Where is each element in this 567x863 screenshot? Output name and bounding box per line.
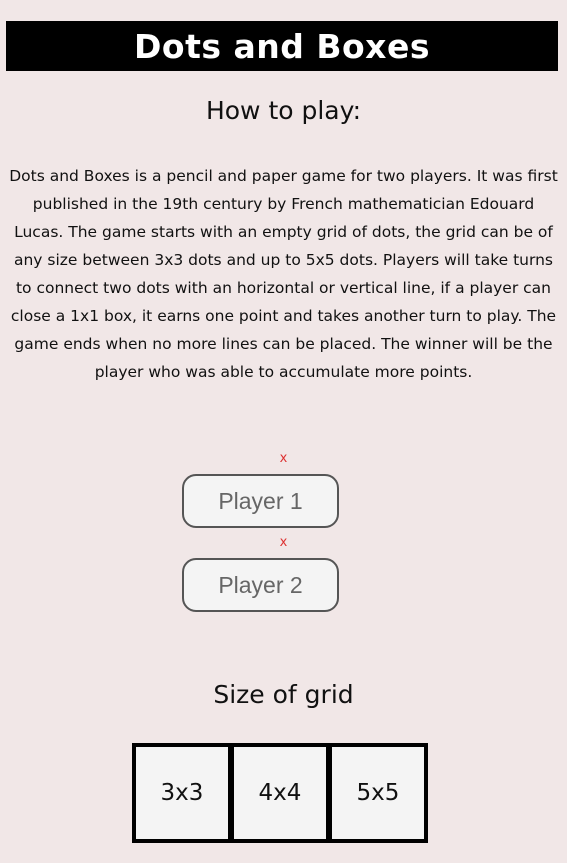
player1-validation-mark: x: [279, 451, 288, 466]
grid-size-4x4-button[interactable]: 4x4: [230, 743, 330, 843]
how-to-play-heading: How to play:: [205, 96, 362, 125]
player1-name-input[interactable]: [182, 474, 339, 528]
title-bar: Dots and Boxes: [6, 21, 558, 71]
player2-name-input[interactable]: [182, 558, 339, 612]
how-to-play-text: Dots and Boxes is a pencil and paper gam…: [9, 167, 558, 381]
grid-size-options: 3x3 4x4 5x5: [132, 743, 428, 843]
grid-size-3x3-button[interactable]: 3x3: [132, 743, 232, 843]
grid-size-heading: Size of grid: [213, 680, 354, 709]
player2-validation-mark: x: [279, 535, 288, 550]
grid-size-5x5-button[interactable]: 5x5: [328, 743, 428, 843]
page-title: Dots and Boxes: [134, 26, 430, 66]
